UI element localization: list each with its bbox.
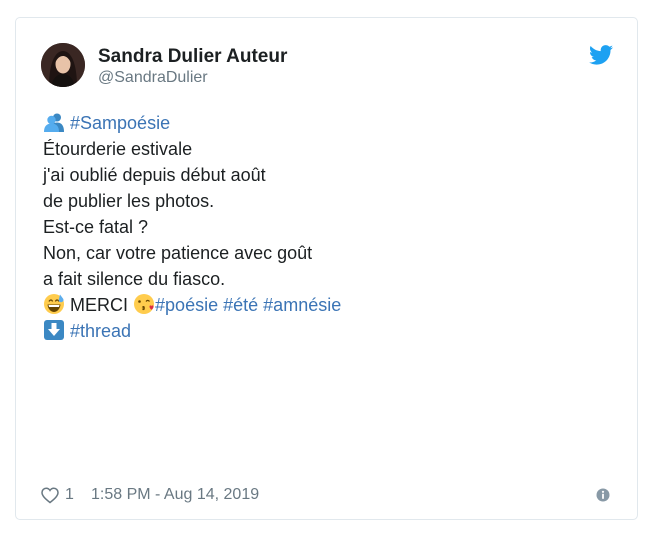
hashtag-sampoesie[interactable]: #Sampoésie	[70, 113, 170, 133]
poem-line: Est-ce fatal ?	[43, 217, 149, 237]
hashtag-amnesie[interactable]: #amnésie	[263, 295, 341, 315]
tweet-timestamp[interactable]: 1:58 PM - Aug 14, 2019	[91, 486, 259, 504]
avatar-image	[41, 43, 85, 87]
tweet-card[interactable]: Sandra Dulier Auteur @SandraDulier #Samp…	[15, 17, 638, 520]
busts-in-silhouette-emoji	[44, 113, 64, 132]
merci-line: MERCI #poésie #été #amnésie	[43, 292, 613, 318]
down-arrow-emoji	[44, 320, 64, 340]
author-name[interactable]: Sandra Dulier Auteur	[98, 46, 287, 68]
author-handle[interactable]: @SandraDulier	[98, 69, 208, 87]
hashtag-ete[interactable]: #été	[223, 295, 258, 315]
poem-line: a fait silence du fiasco.	[43, 269, 226, 289]
thread-line: #thread	[43, 318, 613, 344]
grinning-sweat-emoji	[44, 294, 64, 314]
tweet-footer: 1 1:58 PM - Aug 14, 2019	[41, 484, 611, 508]
face-blowing-kiss-emoji	[134, 294, 155, 314]
info-icon[interactable]	[596, 488, 610, 502]
hashtag-thread[interactable]: #thread	[70, 321, 131, 341]
poem-line: Non, car votre patience avec goût	[43, 243, 313, 263]
tweet-intro-line: #Sampoésie	[43, 110, 613, 136]
like-count[interactable]: 1	[65, 486, 74, 504]
hashtag-poesie[interactable]: #poésie	[155, 295, 218, 315]
heart-icon[interactable]	[41, 487, 59, 504]
poem-line: j'ai oublié depuis début août	[43, 165, 266, 185]
poem-line: Étourderie estivale	[43, 139, 193, 159]
avatar[interactable]	[41, 43, 85, 87]
tweet-body: #Sampoésie Étourderie estivale j'ai oubl…	[43, 110, 613, 344]
twitter-bird-icon[interactable]	[589, 45, 613, 65]
poem-line: de publier les photos.	[43, 191, 215, 211]
merci-text: MERCI	[70, 295, 129, 315]
